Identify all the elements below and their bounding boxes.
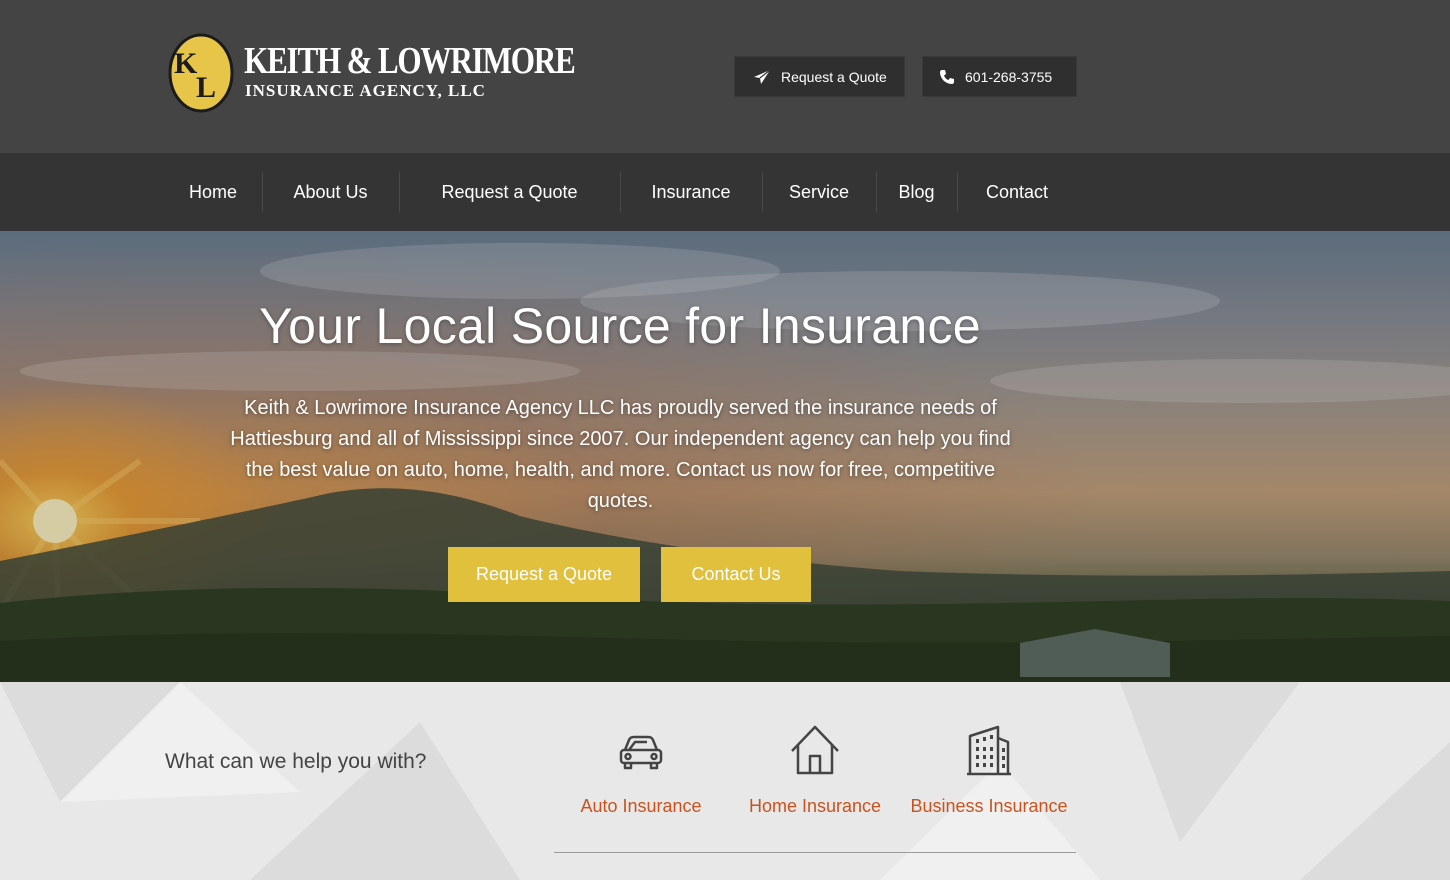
site-header: K L KEITH & LOWRIMORE INSURANCE AGENCY, … [0, 0, 1450, 153]
section-divider [554, 852, 1076, 853]
house-icon [791, 725, 839, 775]
nav-item-insurance[interactable]: Insurance [621, 153, 761, 231]
nav-item-service[interactable]: Service [763, 153, 875, 231]
car-icon [619, 735, 663, 770]
service-business-label[interactable]: Business Insurance [899, 796, 1079, 817]
service-auto-label[interactable]: Auto Insurance [551, 796, 731, 817]
nav-item-request-a-quote[interactable]: Request a Quote [400, 153, 619, 231]
hero-banner: Your Local Source for Insurance Keith & … [0, 231, 1450, 682]
header-quote-button[interactable]: Request a Quote [734, 56, 905, 97]
services-section: What can we help you with? Auto Insuranc… [0, 682, 1450, 880]
logo-subtitle: INSURANCE AGENCY, LLC [245, 81, 486, 100]
site-logo[interactable]: K L KEITH & LOWRIMORE INSURANCE AGENCY, … [168, 33, 576, 115]
service-home-insurance[interactable]: Home Insurance [725, 722, 905, 817]
service-business-insurance[interactable]: Business Insurance [899, 722, 1079, 817]
svg-text:K: K [174, 47, 198, 80]
svg-text:L: L [196, 71, 216, 104]
hero-contact-us-button[interactable]: Contact Us [661, 547, 811, 602]
hero-description: Keith & Lowrimore Insurance Agency LLC h… [230, 397, 1011, 512]
hero-title: Your Local Source for Insurance [259, 298, 981, 354]
phone-icon [940, 69, 954, 84]
header-phone-label: 601-268-3755 [965, 68, 1053, 85]
nav-item-home[interactable]: Home [165, 153, 261, 231]
nav-item-about-us[interactable]: About Us [263, 153, 398, 231]
help-question: What can we help you with? [165, 750, 427, 773]
logo-badge-icon: K L [168, 33, 234, 113]
logo-name: KEITH & LOWRIMORE [244, 40, 576, 82]
header-quote-label: Request a Quote [781, 68, 887, 85]
building-icon [967, 725, 1011, 776]
hero-request-quote-button[interactable]: Request a Quote [448, 547, 640, 602]
paper-plane-icon [754, 69, 771, 84]
nav-item-contact[interactable]: Contact [958, 153, 1076, 231]
nav-item-blog[interactable]: Blog [877, 153, 956, 231]
service-home-label[interactable]: Home Insurance [725, 796, 905, 817]
main-nav: Home About Us Request a Quote Insurance … [0, 153, 1450, 231]
header-phone-button[interactable]: 601-268-3755 [922, 56, 1077, 97]
service-auto-insurance[interactable]: Auto Insurance [551, 722, 731, 817]
